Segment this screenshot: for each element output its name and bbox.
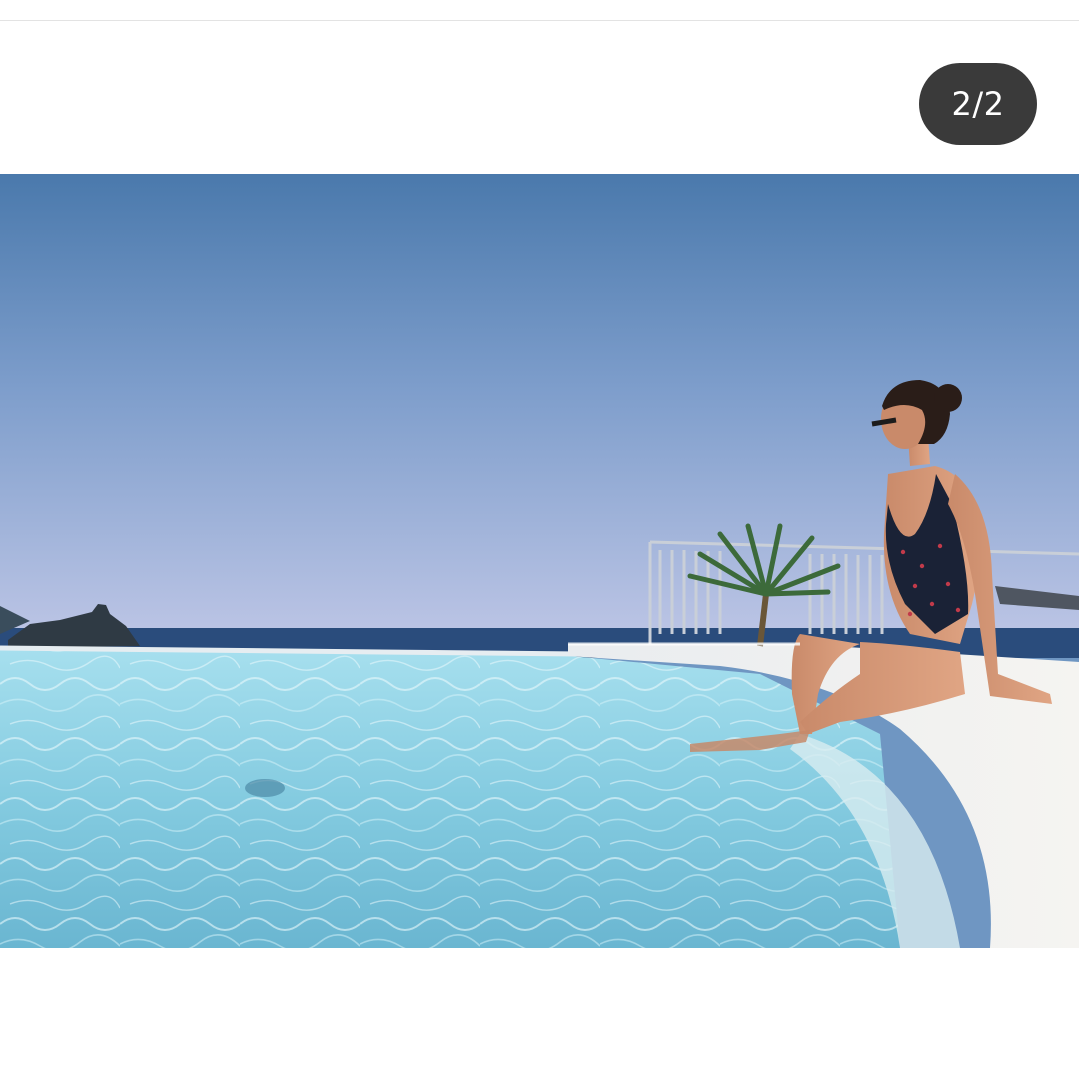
pool-drain (245, 779, 285, 797)
image-counter-badge: 2/2 (919, 63, 1037, 145)
carousel-photo[interactable] (0, 174, 1079, 948)
pool-caustics (0, 650, 900, 948)
top-divider (0, 20, 1079, 21)
image-counter-text: 2/2 (951, 85, 1005, 123)
photo-illustration (0, 174, 1079, 948)
